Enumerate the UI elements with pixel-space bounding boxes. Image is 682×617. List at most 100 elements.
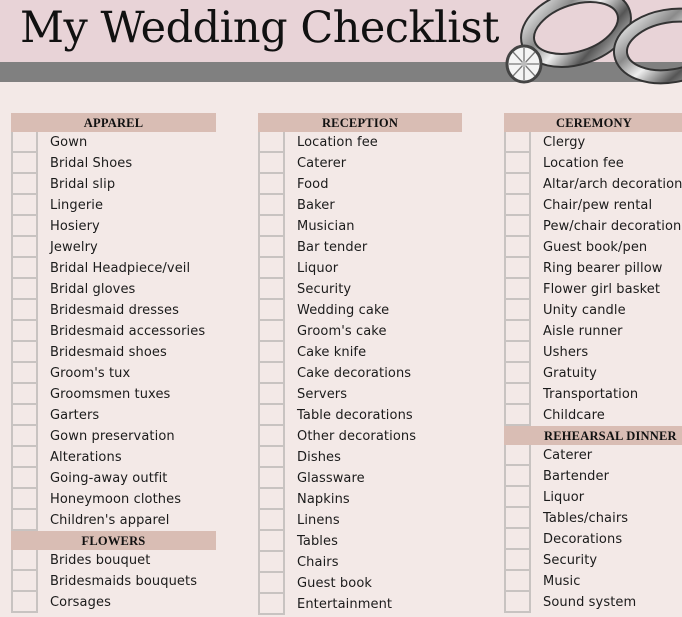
checkbox[interactable]	[504, 592, 531, 613]
checkbox[interactable]	[504, 258, 531, 279]
checkbox[interactable]	[11, 592, 38, 613]
checklist-item: Sound system	[504, 592, 682, 613]
checkbox[interactable]	[11, 279, 38, 300]
checkbox[interactable]	[11, 258, 38, 279]
checkbox[interactable]	[11, 342, 38, 363]
checkbox[interactable]	[11, 468, 38, 489]
checklist-item: Bridal slip	[11, 174, 216, 195]
item-label: Bartender	[543, 469, 610, 484]
item-label: Groom's tux	[50, 366, 131, 381]
item-label: Wedding cake	[297, 303, 390, 318]
checkbox[interactable]	[258, 195, 285, 216]
checkbox[interactable]	[504, 571, 531, 592]
checkbox[interactable]	[504, 445, 531, 466]
section-header-flowers: FLOWERS	[11, 531, 216, 550]
checkbox[interactable]	[504, 550, 531, 571]
item-label: Guest book/pen	[543, 240, 648, 255]
checklist-item: Musician	[258, 216, 462, 237]
checklist-item: Bridesmaids bouquets	[11, 571, 216, 592]
checkbox[interactable]	[504, 237, 531, 258]
checklist-item: Servers	[258, 384, 462, 405]
checkbox[interactable]	[11, 300, 38, 321]
checkbox[interactable]	[11, 153, 38, 174]
checklist-item: Brides bouquet	[11, 550, 216, 571]
checklist-item: Honeymoon clothes	[11, 489, 216, 510]
checkbox[interactable]	[11, 447, 38, 468]
item-label: Gown preservation	[50, 429, 175, 444]
checkbox[interactable]	[11, 405, 38, 426]
checkbox[interactable]	[11, 321, 38, 342]
checkbox[interactable]	[258, 300, 285, 321]
section-header-rehearsal-dinner: REHEARSAL DINNER	[504, 426, 682, 445]
checklist-item: Cake decorations	[258, 363, 462, 384]
checkbox[interactable]	[11, 363, 38, 384]
checkbox[interactable]	[258, 510, 285, 531]
checkbox[interactable]	[504, 384, 531, 405]
checkbox[interactable]	[504, 216, 531, 237]
checkbox[interactable]	[258, 321, 285, 342]
checklist-item: Gratuity	[504, 363, 682, 384]
checkbox[interactable]	[504, 466, 531, 487]
checklist-item: Linens	[258, 510, 462, 531]
checkbox[interactable]	[11, 510, 38, 531]
checkbox[interactable]	[11, 216, 38, 237]
item-label: Honeymoon clothes	[50, 492, 182, 507]
checklist-item: Caterer	[258, 153, 462, 174]
checkbox[interactable]	[258, 258, 285, 279]
checkbox[interactable]	[258, 174, 285, 195]
checkbox[interactable]	[258, 594, 285, 615]
item-label: Unity candle	[543, 303, 626, 318]
checkbox[interactable]	[258, 237, 285, 258]
item-label: Aisle runner	[543, 324, 623, 339]
item-label: Musician	[297, 219, 355, 234]
item-label: Bridal Headpiece/veil	[50, 261, 191, 276]
item-label: Corsages	[50, 595, 111, 610]
checkbox[interactable]	[258, 447, 285, 468]
checkbox[interactable]	[11, 174, 38, 195]
item-label: Children's apparel	[50, 513, 170, 528]
checkbox[interactable]	[258, 216, 285, 237]
checkbox[interactable]	[11, 550, 38, 571]
checkbox[interactable]	[258, 573, 285, 594]
checkbox[interactable]	[504, 195, 531, 216]
checkbox[interactable]	[504, 342, 531, 363]
checkbox[interactable]	[258, 363, 285, 384]
checkbox[interactable]	[504, 300, 531, 321]
checkbox[interactable]	[258, 552, 285, 573]
checkbox[interactable]	[258, 384, 285, 405]
checkbox[interactable]	[11, 571, 38, 592]
checklist-item: Going-away outfit	[11, 468, 216, 489]
checkbox[interactable]	[11, 489, 38, 510]
checkbox[interactable]	[11, 426, 38, 447]
checkbox[interactable]	[258, 489, 285, 510]
checklist-item: Food	[258, 174, 462, 195]
checkbox[interactable]	[504, 174, 531, 195]
checkbox[interactable]	[504, 363, 531, 384]
diamond-icon	[505, 44, 543, 84]
checkbox[interactable]	[258, 279, 285, 300]
checkbox[interactable]	[504, 279, 531, 300]
checkbox[interactable]	[258, 405, 285, 426]
checkbox[interactable]	[11, 384, 38, 405]
checkbox[interactable]	[504, 321, 531, 342]
checkbox[interactable]	[11, 237, 38, 258]
checklist-item: Bridesmaid dresses	[11, 300, 216, 321]
checkbox[interactable]	[11, 132, 38, 153]
checkbox[interactable]	[258, 468, 285, 489]
checkbox[interactable]	[504, 508, 531, 529]
checkbox[interactable]	[504, 132, 531, 153]
checkbox[interactable]	[258, 342, 285, 363]
checklist-item: Hosiery	[11, 216, 216, 237]
checkbox[interactable]	[504, 487, 531, 508]
checkbox[interactable]	[11, 195, 38, 216]
checkbox[interactable]	[504, 405, 531, 426]
checkbox[interactable]	[258, 132, 285, 153]
checkbox[interactable]	[258, 531, 285, 552]
flowers-list: Brides bouquet Bridesmaids bouquets Corsag…	[11, 550, 216, 613]
checkbox[interactable]	[504, 153, 531, 174]
item-label: Clergy	[543, 135, 586, 150]
checkbox[interactable]	[258, 426, 285, 447]
checkbox[interactable]	[504, 529, 531, 550]
item-label: Gown	[50, 135, 88, 150]
checkbox[interactable]	[258, 153, 285, 174]
